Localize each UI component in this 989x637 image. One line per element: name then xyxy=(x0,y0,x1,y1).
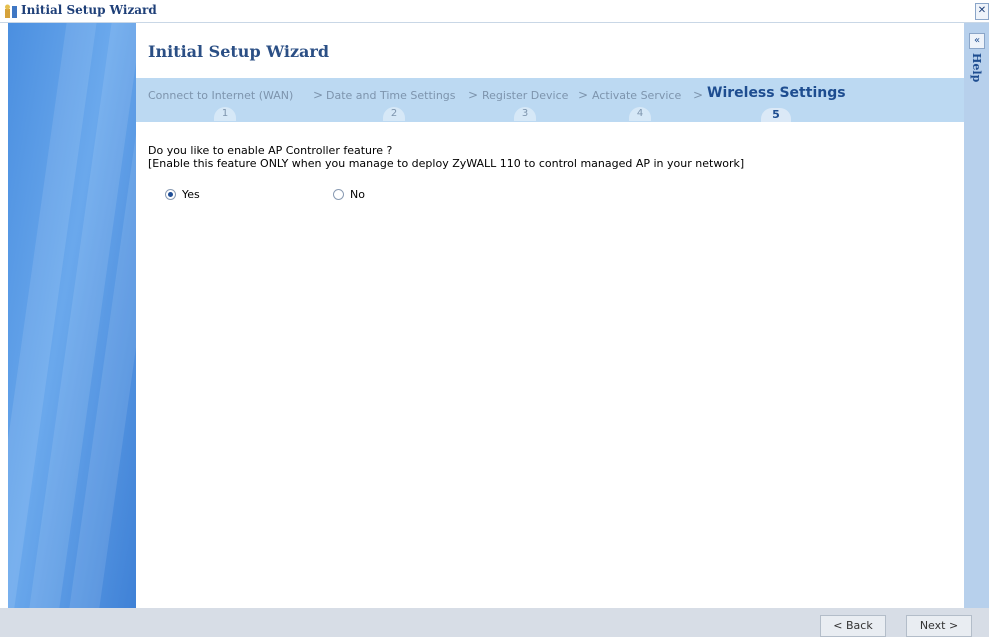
step-3-number: 3 xyxy=(514,107,536,121)
step-1-label: Connect to Internet (WAN) xyxy=(148,89,294,102)
wizard-steps-bar: Connect to Internet (WAN) > Date and Tim… xyxy=(136,78,964,122)
page-title: Initial Setup Wizard xyxy=(148,42,330,61)
wizard-content: Initial Setup Wizard Connect to Internet… xyxy=(136,23,964,608)
step-separator: > xyxy=(468,88,479,102)
step-separator: > xyxy=(578,88,589,102)
wizard-tools-icon xyxy=(5,4,17,18)
radio-yes[interactable]: Yes xyxy=(165,188,200,201)
double-chevron-left-icon: « xyxy=(973,35,981,46)
step-4-label: Activate Service xyxy=(592,89,682,102)
expand-help-button[interactable]: « xyxy=(969,33,985,49)
close-icon: ✕ xyxy=(977,5,987,16)
radio-yes-label: Yes xyxy=(182,188,200,201)
next-button[interactable]: Next > xyxy=(906,615,972,637)
step-5-number: 5 xyxy=(761,108,791,122)
question-line-1: Do you like to enable AP Controller feat… xyxy=(148,144,393,157)
header-band: Initial Setup Wizard xyxy=(136,23,964,78)
step-separator: > xyxy=(313,88,324,102)
step-5-label: Wireless Settings xyxy=(707,85,846,101)
step-3-label: Register Device xyxy=(482,89,569,102)
radio-no-indicator[interactable] xyxy=(333,189,344,200)
step-1-number: 1 xyxy=(214,107,236,121)
back-button[interactable]: < Back xyxy=(820,615,886,637)
question-line-2: [Enable this feature ONLY when you manag… xyxy=(148,157,745,170)
window-title: Initial Setup Wizard xyxy=(21,3,157,17)
step-4-number: 4 xyxy=(629,107,651,121)
radio-no[interactable]: No xyxy=(333,188,365,201)
left-decorative-panel xyxy=(8,23,136,608)
step-separator: > xyxy=(693,88,704,102)
step-2-label: Date and Time Settings xyxy=(326,89,456,102)
close-button[interactable]: ✕ xyxy=(975,3,989,20)
window-titlebar: Initial Setup Wizard ✕ xyxy=(0,0,989,23)
radio-yes-indicator[interactable] xyxy=(165,189,176,200)
help-panel-strip[interactable]: « Help xyxy=(964,23,989,608)
ap-controller-question: Do you like to enable AP Controller feat… xyxy=(148,144,744,170)
radio-no-label: No xyxy=(350,188,365,201)
step-2-number: 2 xyxy=(383,107,405,121)
wizard-footer: < Back Next > xyxy=(0,608,989,637)
help-label[interactable]: Help xyxy=(970,53,983,82)
